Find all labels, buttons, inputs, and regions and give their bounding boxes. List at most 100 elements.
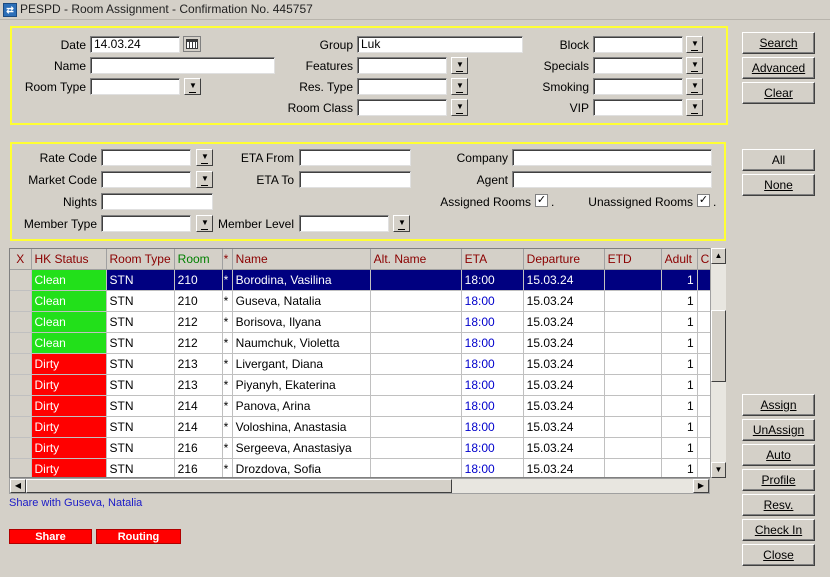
name-field[interactable] [90, 57, 275, 74]
scroll-up-icon[interactable]: ▲ [711, 248, 726, 264]
share-button[interactable]: Share [9, 529, 92, 544]
check-in-button[interactable]: Check In [742, 519, 815, 541]
room-class-field[interactable] [357, 99, 447, 116]
vertical-scroll-thumb[interactable] [711, 310, 726, 382]
rate-code-field[interactable] [101, 149, 191, 166]
close-button[interactable]: Close [742, 544, 815, 566]
room-class-dropdown-icon[interactable] [451, 99, 468, 116]
smoking-dropdown-icon[interactable] [686, 78, 703, 95]
etd-cell [604, 416, 662, 438]
auto-button[interactable]: Auto [742, 444, 815, 466]
features-field[interactable] [357, 57, 447, 74]
member-level-dropdown-icon[interactable] [393, 215, 410, 232]
hk-status-cell: Clean [31, 332, 107, 354]
search-button[interactable]: Search [742, 32, 815, 54]
clear-button[interactable]: Clear [742, 82, 815, 104]
table-row[interactable]: Dirty STN 214 * Voloshina, Anastasia 18:00 15.… [10, 416, 721, 438]
features-dropdown-icon[interactable] [451, 57, 468, 74]
col-x[interactable]: X [10, 249, 32, 270]
block-field[interactable] [593, 36, 683, 53]
advanced-button[interactable]: Advanced [742, 57, 815, 79]
col-name[interactable]: Name [232, 249, 371, 270]
group-field[interactable]: Luk [357, 36, 523, 53]
eta-to-field[interactable] [299, 171, 411, 188]
table-row[interactable]: Clean STN 210 * Guseva, Natalia 18:00 15.03.24… [10, 290, 721, 312]
room-type-cell: STN [106, 353, 175, 375]
specials-field[interactable] [593, 57, 683, 74]
agent-field[interactable] [512, 171, 712, 188]
room-cell: 214 [174, 395, 223, 417]
table-row[interactable]: Clean STN 212 * Borisova, Ilyana 18:00 15.03.2… [10, 311, 721, 333]
market-code-field[interactable] [101, 171, 191, 188]
table-row[interactable]: Dirty STN 213 * Livergant, Diana 18:00 15.03.2… [10, 353, 721, 375]
room-type-cell: STN [106, 332, 175, 354]
date-field[interactable]: 14.03.24 [90, 36, 180, 53]
room-cell: 213 [174, 353, 223, 375]
company-field[interactable] [512, 149, 712, 166]
col-eta[interactable]: ETA [461, 249, 524, 270]
col-etd[interactable]: ETD [604, 249, 662, 270]
member-type-dropdown-icon[interactable] [196, 215, 213, 232]
scroll-right-icon[interactable]: ▶ [693, 479, 709, 493]
adult-cell: 1 [661, 437, 698, 459]
etd-cell [604, 332, 662, 354]
eta-cell: 18:00 [461, 416, 524, 438]
col-adult[interactable]: Adult [661, 249, 698, 270]
scroll-left-icon[interactable]: ◀ [10, 479, 26, 493]
vip-dropdown-icon[interactable] [686, 99, 703, 116]
table-row[interactable]: Clean STN 210 * Borodina, Vasilina 18:00 15.03… [10, 269, 721, 291]
horizontal-scroll-thumb[interactable] [26, 479, 452, 493]
col-room[interactable]: Room [174, 249, 223, 270]
res-type-field[interactable] [357, 78, 447, 95]
room-type-field[interactable] [90, 78, 180, 95]
eta-cell: 18:00 [461, 374, 524, 396]
table-row[interactable]: Clean STN 212 * Naumchuk, Violetta 18:00 15.03… [10, 332, 721, 354]
eta-from-field[interactable] [299, 149, 411, 166]
alt-name-cell [370, 416, 462, 438]
all-button[interactable]: All [742, 149, 815, 171]
table-row[interactable]: Dirty STN 213 * Piyanyh, Ekaterina 18:00 15.03… [10, 374, 721, 396]
adult-cell: 1 [661, 353, 698, 375]
vertical-scrollbar[interactable]: ▲ ▼ [710, 248, 726, 478]
block-dropdown-icon[interactable] [686, 36, 703, 53]
departure-cell: 15.03.24 [523, 332, 605, 354]
col-hk-status[interactable]: HK Status [31, 249, 107, 270]
adult-cell: 1 [661, 269, 698, 291]
col-departure[interactable]: Departure [523, 249, 605, 270]
room-type-cell: STN [106, 395, 175, 417]
horizontal-scrollbar[interactable]: ◀ ▶ [9, 478, 710, 494]
rate-code-dropdown-icon[interactable] [196, 149, 213, 166]
table-row[interactable]: Dirty STN 216 * Sergeeva, Anastasiya 18:00 15.… [10, 437, 721, 459]
routing-button[interactable]: Routing [96, 529, 181, 544]
table-row[interactable]: Dirty STN 214 * Panova, Arina 18:00 15.03.24 1 [10, 395, 721, 417]
calendar-icon[interactable] [183, 36, 201, 52]
member-level-field[interactable] [299, 215, 389, 232]
assign-button[interactable]: Assign [742, 394, 815, 416]
assigned-rooms-checkbox[interactable]: ✓ [535, 194, 548, 207]
name-cell: Drozdova, Sofia [232, 458, 371, 477]
col-alt-name[interactable]: Alt. Name [370, 249, 462, 270]
col-room-type[interactable]: Room Type [106, 249, 175, 270]
star-cell: * [222, 311, 233, 333]
vip-field[interactable] [593, 99, 683, 116]
market-code-dropdown-icon[interactable] [196, 171, 213, 188]
table-row[interactable]: Dirty STN 216 * Drozdova, Sofia 18:00 15.03.24… [10, 458, 721, 477]
x-cell [10, 311, 32, 333]
room-type-dropdown-icon[interactable] [184, 78, 201, 95]
none-button[interactable]: None [742, 174, 815, 196]
unassign-button[interactable]: UnAssign [742, 419, 815, 441]
resv-button[interactable]: Resv. [742, 494, 815, 516]
res-type-dropdown-icon[interactable] [451, 78, 468, 95]
nights-field[interactable] [101, 193, 213, 210]
member-type-field[interactable] [101, 215, 191, 232]
room-type-cell: STN [106, 269, 175, 291]
col-star[interactable]: * [222, 249, 233, 270]
room-type-cell: STN [106, 458, 175, 477]
specials-dropdown-icon[interactable] [686, 57, 703, 74]
room-type-cell: STN [106, 437, 175, 459]
profile-button[interactable]: Profile [742, 469, 815, 491]
scroll-down-icon[interactable]: ▼ [711, 462, 726, 478]
member-type-label: Member Type [23, 217, 97, 231]
unassigned-rooms-checkbox[interactable]: ✓ [697, 194, 710, 207]
smoking-field[interactable] [593, 78, 683, 95]
